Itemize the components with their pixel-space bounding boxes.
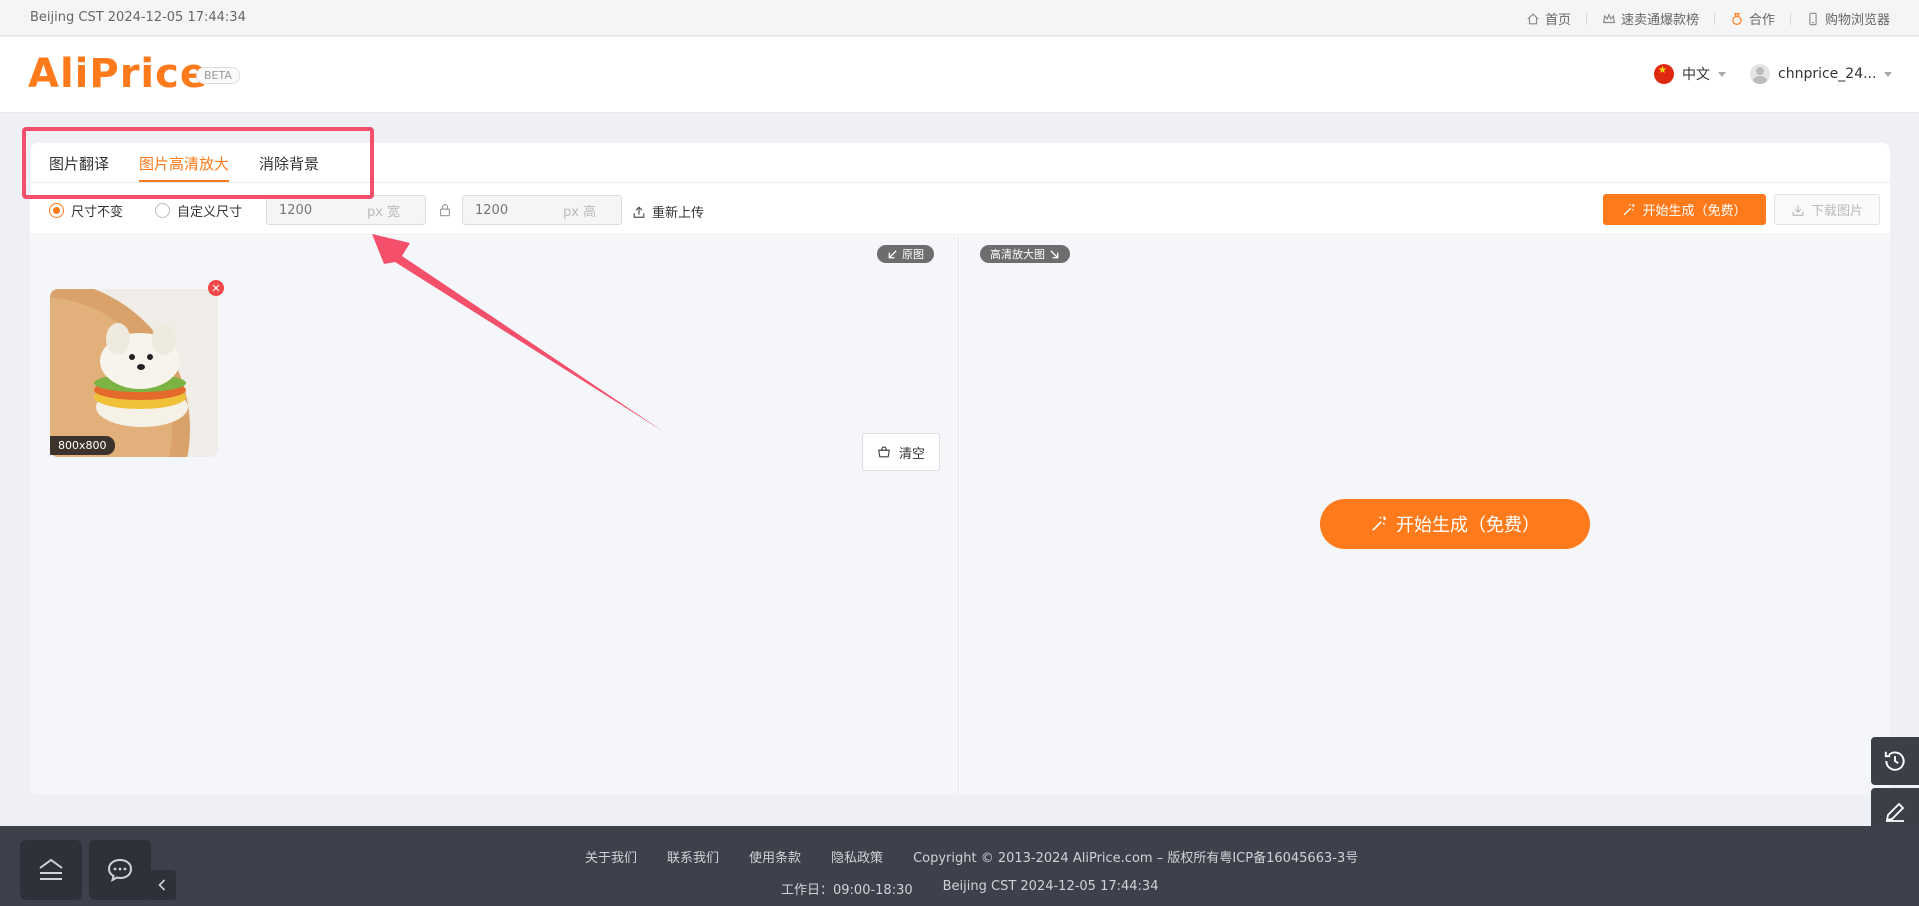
generate-large-label: 开始生成（免费） bbox=[1396, 515, 1540, 536]
cooperation-link-label: 合作 bbox=[1748, 13, 1775, 28]
chat-icon bbox=[107, 858, 133, 882]
collapse-button[interactable] bbox=[148, 870, 176, 900]
arrow-down-right-icon bbox=[1050, 249, 1059, 258]
phone-icon bbox=[1809, 12, 1817, 25]
footer-hours: 工作日：09:00-18:30 bbox=[781, 883, 913, 898]
download-label: 下载图片 bbox=[1810, 204, 1863, 219]
remove-image-button[interactable]: ✕ bbox=[208, 280, 224, 296]
chevron-left-icon bbox=[158, 879, 166, 891]
language-selector[interactable]: 中文 bbox=[1654, 64, 1726, 84]
width-field: px 宽 bbox=[266, 195, 426, 225]
height-unit: px 高 bbox=[563, 204, 597, 220]
home-icon bbox=[1527, 12, 1539, 24]
home-link[interactable]: 首页 bbox=[1511, 9, 1586, 28]
edit-icon bbox=[1885, 802, 1905, 822]
money-bag-icon bbox=[1732, 12, 1742, 25]
home-link-label: 首页 bbox=[1544, 13, 1571, 28]
download-icon bbox=[1792, 204, 1804, 216]
chevron-down-icon bbox=[1718, 71, 1726, 77]
china-flag-icon bbox=[1654, 64, 1674, 84]
upload-icon bbox=[633, 205, 645, 218]
upscaled-pane: 高清放大图 开始生成（免费） bbox=[960, 236, 1890, 795]
history-button[interactable] bbox=[1871, 737, 1919, 785]
radio-checked-icon bbox=[49, 203, 64, 218]
chevron-down-icon bbox=[1884, 71, 1893, 77]
generate-button[interactable]: 开始生成（免费） bbox=[1603, 194, 1766, 225]
original-tag-label: 原图 bbox=[902, 248, 924, 261]
footer-links: 关于我们 联系我们 使用条款 隐私政策 Copyright © 2013-202… bbox=[585, 847, 1358, 866]
footer-contact-link[interactable]: 联系我们 bbox=[667, 847, 719, 866]
uploaded-image[interactable] bbox=[50, 289, 218, 457]
upscaled-tag-label: 高清放大图 bbox=[990, 248, 1045, 261]
magic-wand-icon bbox=[1624, 203, 1636, 215]
top-strip: Beijing CST 2024-12-05 17:44:34 首页 速卖通爆款… bbox=[0, 0, 1919, 36]
footer-about-link[interactable]: 关于我们 bbox=[585, 847, 637, 866]
site-footer: 关于我们 联系我们 使用条款 隐私政策 Copyright © 2013-202… bbox=[0, 826, 1919, 906]
keep-size-label: 尺寸不变 bbox=[71, 205, 124, 220]
upscaled-tag: 高清放大图 bbox=[980, 245, 1070, 263]
keep-size-radio[interactable]: 尺寸不变 bbox=[49, 201, 123, 220]
image-thumbnail bbox=[50, 289, 218, 457]
image-size-badge: 800x800 bbox=[50, 436, 115, 455]
eject-menu-icon bbox=[39, 858, 63, 880]
height-input[interactable] bbox=[463, 202, 563, 218]
footer-copyright: Copyright © 2013-2024 AliPrice.com – 版权所… bbox=[913, 851, 1359, 866]
custom-size-label: 自定义尺寸 bbox=[177, 205, 243, 220]
magic-wand-icon bbox=[1372, 516, 1387, 531]
original-tag: 原图 bbox=[877, 245, 934, 263]
avatar bbox=[1750, 64, 1770, 84]
generate-large-button[interactable]: 开始生成（免费） bbox=[1320, 499, 1590, 549]
site-header: AliPrice BETA 中文 chnprice_24... bbox=[0, 37, 1919, 113]
user-menu[interactable]: chnprice_24... bbox=[1750, 64, 1893, 84]
clear-label: 清空 bbox=[898, 446, 925, 462]
height-field: px 高 bbox=[462, 195, 622, 225]
footer-time: Beijing CST 2024-12-05 17:44:34 bbox=[942, 879, 1159, 894]
footer-info: 工作日：09:00-18:30 Beijing CST 2024-12-05 1… bbox=[781, 879, 1158, 898]
radio-unchecked-icon bbox=[155, 203, 170, 218]
top-links: 首页 速卖通爆款榜 合作 购物浏览器 bbox=[1511, 9, 1905, 28]
clear-button[interactable]: 清空 bbox=[862, 433, 940, 471]
language-label: 中文 bbox=[1682, 67, 1710, 83]
crown-icon bbox=[1603, 12, 1615, 23]
browser-link-label: 购物浏览器 bbox=[1824, 13, 1890, 28]
server-time: Beijing CST 2024-12-05 17:44:34 bbox=[30, 10, 246, 25]
bestseller-link[interactable]: 速卖通爆款榜 bbox=[1587, 9, 1714, 28]
username: chnprice_24... bbox=[1778, 66, 1877, 82]
basket-icon bbox=[878, 446, 890, 458]
chat-button[interactable] bbox=[89, 840, 151, 900]
aliprice-logo[interactable]: AliPrice bbox=[28, 51, 208, 97]
menu-toggle-button[interactable] bbox=[20, 840, 82, 900]
close-icon: ✕ bbox=[211, 281, 221, 295]
annotation-highlight-box bbox=[22, 127, 374, 199]
reupload-label: 重新上传 bbox=[652, 206, 705, 221]
reupload-button[interactable]: 重新上传 bbox=[632, 202, 704, 221]
original-pane: 原图 800x800 ✕ 清空 bbox=[30, 236, 959, 795]
footer-privacy-link[interactable]: 隐私政策 bbox=[831, 847, 883, 866]
browser-link[interactable]: 购物浏览器 bbox=[1791, 9, 1905, 28]
custom-size-radio[interactable]: 自定义尺寸 bbox=[155, 201, 242, 220]
beta-badge: BETA bbox=[196, 67, 240, 84]
tool-card: 图片翻译 图片高清放大 消除背景 尺寸不变 自定义尺寸 px 宽 px 高 重新… bbox=[30, 143, 1890, 795]
download-button[interactable]: 下载图片 bbox=[1774, 194, 1880, 225]
width-unit: px 宽 bbox=[367, 204, 401, 220]
history-icon bbox=[1884, 751, 1905, 771]
bestseller-link-label: 速卖通爆款榜 bbox=[1620, 13, 1699, 28]
lock-icon[interactable] bbox=[438, 203, 452, 217]
width-input[interactable] bbox=[267, 202, 367, 218]
arrow-down-left-icon bbox=[888, 249, 897, 258]
cooperation-link[interactable]: 合作 bbox=[1715, 9, 1790, 28]
generate-label: 开始生成（免费） bbox=[1642, 204, 1747, 219]
footer-terms-link[interactable]: 使用条款 bbox=[749, 847, 801, 866]
